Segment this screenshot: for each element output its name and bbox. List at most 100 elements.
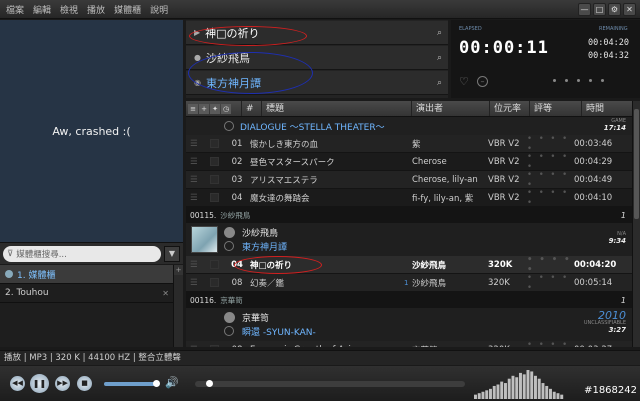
play-indicator-icon: ▶ [194, 28, 201, 37]
menu-library[interactable]: 媒體櫃 [114, 3, 141, 16]
playlist-item-library[interactable]: 1. 媒體櫃 [0, 265, 183, 284]
track-rating[interactable]: • • • • • [524, 134, 574, 154]
rating-dot[interactable] [601, 79, 604, 82]
row-select-box[interactable] [210, 157, 228, 166]
table-row[interactable]: ☰ 03 アリスマエステラ Cherose, lily-an VBR V2 • • • •… [186, 170, 632, 190]
seek-knob[interactable] [205, 380, 213, 387]
scroll-up-icon[interactable]: + [174, 265, 183, 275]
spectrum-bar [496, 384, 500, 399]
col-bitrate[interactable]: 位元率 [490, 101, 530, 116]
track-rating[interactable]: • • • • • [524, 170, 574, 190]
album-artist: 京華笥 [242, 314, 270, 324]
heart-icon[interactable]: ♡ [459, 75, 469, 88]
search-dropdown-button[interactable]: ▼ [164, 246, 180, 262]
rating-dot[interactable] [553, 79, 556, 82]
row-select-box[interactable] [210, 345, 228, 347]
settings-button[interactable]: ⚙ [608, 3, 621, 16]
group-header[interactable]: 00116. 京華笥 1 [186, 292, 632, 308]
playlist-scrollbar[interactable]: + [173, 265, 183, 347]
track-title: 昼色マスタースパーク [250, 157, 335, 168]
clock-icon[interactable]: ◷ [221, 103, 231, 114]
col-artist[interactable]: 演出者 [412, 101, 490, 116]
table-row[interactable]: ☰ 01 懐かしき東方の血 紫 VBR V2 • • • • • 00:03:46 [186, 134, 632, 154]
track-rating[interactable]: • • • • • [524, 152, 574, 172]
add-icon[interactable]: + [199, 103, 209, 114]
now-playing-track: 神□の祈り [205, 26, 260, 40]
table-row[interactable]: ☰ 04 神□の祈り 沙紗飛鳥 320K • • • • • 00:04:20 [186, 255, 632, 275]
group-header[interactable]: 00115. 沙紗飛鳥 1 [186, 207, 632, 223]
spectrum-bar [507, 378, 511, 399]
drag-handle[interactable]: ☰ [186, 193, 210, 203]
drag-handle[interactable]: ☰ [186, 175, 210, 185]
scrollbar-thumb[interactable] [634, 109, 639, 219]
row-select-box[interactable] [210, 193, 228, 202]
drag-handle[interactable]: ☰ [186, 139, 210, 149]
album-meta: GAME 17:14 [604, 118, 626, 132]
col-time[interactable]: 時間 [582, 101, 632, 116]
rating-dot[interactable] [577, 79, 580, 82]
track-duration: 00:05:14 [574, 277, 613, 288]
now-playing-info: ▶ 神□の祈り ⌕ ● 沙紗飛鳥 ⌕ ◉ 東方神月譚 ⌕ [186, 20, 448, 98]
drag-handle[interactable]: ☰ [186, 157, 210, 167]
next-button[interactable]: ▶▶ [55, 376, 70, 391]
drag-handle[interactable]: ☰ [186, 260, 210, 270]
row-select-box[interactable] [210, 260, 228, 269]
drag-handle[interactable]: ☰ [186, 345, 210, 348]
rating-dot[interactable] [589, 79, 592, 82]
table-row[interactable]: ☰ 08Economic Growth of Asia京華笥320K• • • •… [186, 340, 632, 348]
pause-button[interactable]: ❚❚ [30, 374, 49, 393]
col-num[interactable]: # [242, 101, 262, 116]
volume-knob[interactable] [152, 380, 160, 387]
previous-button[interactable]: ◀◀ [10, 376, 25, 391]
volume-slider[interactable] [104, 382, 156, 386]
star-icon[interactable]: ✦ [210, 103, 220, 114]
spectrum-bar [545, 385, 549, 399]
rating-dot[interactable] [565, 79, 568, 82]
track-rating[interactable]: • • • • • [524, 255, 574, 275]
table-row[interactable]: ☰ 04 魔女達の舞踏会 fi-fy, lily-an, 紫 VBR V2 • • • •… [186, 188, 632, 208]
album-block[interactable]: 京華笥 瞬還 -SYUN-KAN- 2010 UNCLASSIFIABLE 3:2… [186, 308, 632, 341]
row-select-box[interactable] [210, 278, 228, 287]
search-track-icon[interactable]: ⌕ [437, 28, 442, 38]
menu-file[interactable]: 檔案 [6, 3, 24, 16]
menu-edit[interactable]: 編輯 [33, 3, 51, 16]
track-rating[interactable]: • • • • • [524, 273, 574, 293]
now-playing-track-line: ▶ 神□の祈り ⌕ [186, 21, 448, 45]
grid-icon[interactable]: ≡ [188, 103, 198, 114]
col-title[interactable]: 標題 [262, 101, 412, 116]
ban-icon[interactable]: – [477, 76, 488, 87]
rating-dots[interactable] [553, 79, 604, 82]
minimize-button[interactable]: — [578, 3, 591, 16]
close-button[interactable]: ✕ [623, 3, 636, 16]
table-row[interactable]: ☰ 08 幻奏／鑑 沙紗飛鳥 320K • • • • • 00:05:14 1 [186, 273, 632, 293]
track-duration: 00:04:29 [574, 156, 613, 167]
row-select-box[interactable] [210, 139, 228, 148]
track-rating[interactable]: • • • • • [524, 188, 574, 208]
menu-help[interactable]: 說明 [150, 3, 168, 16]
speaker-icon[interactable]: 🔊 [165, 376, 179, 389]
table-scrollbar[interactable] [632, 101, 640, 347]
seek-bar[interactable] [195, 381, 465, 387]
menu-playback[interactable]: 播放 [87, 3, 105, 16]
playlist-item-touhou[interactable]: 2. Touhou ✕ [0, 284, 183, 303]
row-select-box[interactable] [210, 175, 228, 184]
spectrum-bar [519, 372, 522, 399]
drag-handle[interactable]: ☰ [186, 278, 210, 288]
close-playlist-icon[interactable]: ✕ [162, 289, 169, 298]
search-artist-icon[interactable]: ⌕ [437, 53, 442, 63]
spectrum-bar [481, 391, 485, 399]
disc-icon [224, 241, 234, 251]
track-bitrate: 320K [484, 345, 524, 348]
maximize-button[interactable]: □ [593, 3, 606, 16]
track-table: ≡ + ✦ ◷ # 標題 演出者 位元率 評等 時間 DIALOGUE ～STE… [186, 101, 632, 347]
track-rating[interactable]: • • • • • [524, 340, 574, 348]
album-block[interactable]: 沙紗飛鳥 東方神月譚 N/A 9:34 [186, 223, 632, 256]
menu-view[interactable]: 檢視 [60, 3, 78, 16]
stop-button[interactable]: ■ [77, 376, 92, 391]
library-search-input[interactable]: ⊽ 媒體櫃搜尋... [3, 246, 161, 262]
playlist-label: 2. Touhou [5, 288, 49, 298]
search-album-icon[interactable]: ⌕ [437, 78, 442, 88]
album-header[interactable]: DIALOGUE ～STELLA THEATER～ GAME 17:14 [186, 117, 632, 135]
col-rating[interactable]: 評等 [530, 101, 582, 116]
table-row[interactable]: ☰ 02 昼色マスタースパーク Cherose VBR V2 • • • • • 00:04… [186, 152, 632, 172]
